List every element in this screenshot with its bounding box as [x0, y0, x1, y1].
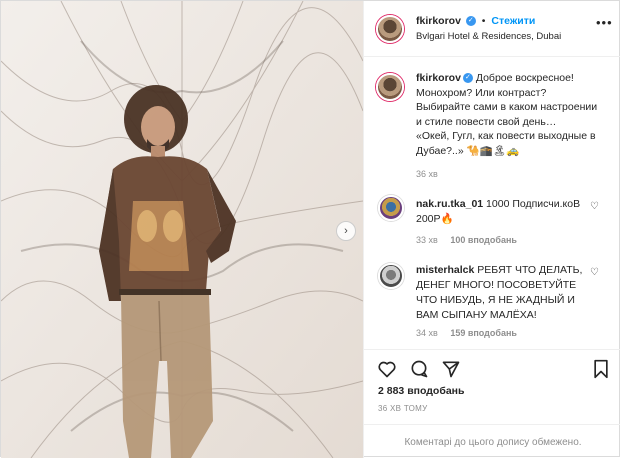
follow-button[interactable]: Стежити [491, 15, 535, 27]
verified-badge-icon: ✓ [465, 16, 476, 27]
caption-line: Доброе воскресное! [475, 72, 574, 84]
comment-like-heart-icon[interactable]: ♡ [590, 201, 599, 212]
comment-text: 1000 Подписчи.коВ [486, 198, 581, 210]
comment-text: ДЕНЕГ МНОГО! ПОСОВЕТУЙТЕ [416, 279, 577, 291]
post-actions: 2 883 вподобань 36 ХВ ТОМУ Коментарі до … [364, 349, 620, 459]
author-avatar[interactable] [376, 15, 404, 43]
header-user-line: fkirkorov ✓ • Стежити [416, 15, 535, 27]
separator-dot: • [481, 15, 486, 27]
comment-time[interactable]: 34 хв [416, 328, 438, 338]
instagram-post: › fkirkorov ✓ • Стежити Bvlgari Hotel & … [0, 0, 620, 458]
chevron-right-icon: › [344, 225, 348, 237]
verified-badge-icon: ✓ [462, 73, 473, 84]
comment-item: misterhalck РЕБЯТ ЧТО ДЕЛАТЬ, ДЕНЕГ МНОГ… [416, 263, 596, 323]
comment-likes[interactable]: 100 вподобань [450, 235, 517, 245]
comment-item: nak.ru.tka_01 1000 Подписчи.коВ 200Р🔥 [416, 197, 596, 227]
caption-line: Выбирайте сами в каком настроении [416, 101, 598, 113]
carousel-next-button[interactable]: › [336, 221, 356, 241]
post-location[interactable]: Bvlgari Hotel & Residences, Dubai [416, 31, 561, 42]
comment-text: ЧТО НИБУДЬ, Я НЕ ЖАДНЫЙ И [416, 294, 575, 306]
caption-line: и стиле повести свой день… [416, 115, 557, 128]
caption-line: Монохром? Или контраст? [416, 86, 547, 99]
post-caption: fkirkorov ✓ Доброе воскресное! Монохром? … [416, 71, 612, 158]
post-side-panel: fkirkorov ✓ • Стежити Bvlgari Hotel & Re… [363, 1, 620, 458]
post-date[interactable]: 36 ХВ ТОМУ [378, 404, 428, 413]
more-options-icon[interactable]: ••• [596, 15, 613, 30]
caption-line: «Окей, Гугл, как повести выходные в [416, 130, 596, 142]
commenter-avatar[interactable] [378, 195, 404, 221]
likes-count[interactable]: 2 883 вподобань [378, 385, 464, 397]
post-photo[interactable]: › [1, 1, 363, 458]
comment-meta: 33 хв 100 вподобань [416, 235, 517, 245]
post-header: fkirkorov ✓ • Стежити Bvlgari Hotel & Re… [364, 1, 620, 57]
comment-time[interactable]: 33 хв [416, 235, 438, 245]
caption-line: Дубае?..» 🐪🕋🏝🚕 [416, 144, 520, 157]
bookmark-icon[interactable] [590, 358, 612, 380]
comment-text: 200Р🔥 [416, 213, 454, 225]
heart-icon[interactable] [376, 358, 398, 380]
comment-likes[interactable]: 159 вподобань [450, 328, 517, 338]
marble-wall-illustration [1, 1, 363, 458]
comment-text: РЕБЯТ ЧТО ДЕЛАТЬ, [477, 264, 583, 276]
share-icon[interactable] [440, 358, 462, 380]
comment-like-heart-icon[interactable]: ♡ [590, 267, 599, 278]
comment-username[interactable]: nak.ru.tka_01 [416, 198, 483, 210]
comments-restricted-notice: Коментарі до цього допису обмежено. [364, 424, 620, 460]
caption-username[interactable]: fkirkorov [416, 72, 461, 84]
caption-timestamp[interactable]: 36 хв [416, 169, 438, 179]
comment-username[interactable]: misterhalck [416, 264, 474, 276]
comment-meta: 34 хв 159 вподобань [416, 328, 517, 338]
author-username[interactable]: fkirkorov [416, 15, 461, 27]
comment-icon[interactable] [408, 358, 430, 380]
comment-text: ВАМ СЫПАНУ МАЛЁХА! [416, 309, 537, 321]
caption-author-avatar[interactable] [376, 73, 404, 101]
commenter-avatar[interactable] [378, 263, 404, 289]
